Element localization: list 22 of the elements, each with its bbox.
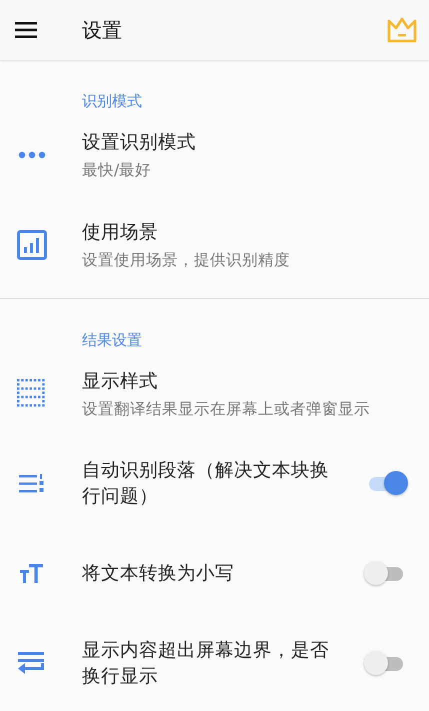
item-title: 自动识别段落（解决文本块换行问题） (82, 459, 330, 509)
item-title: 显示样式 (82, 370, 159, 394)
dotted-grid-icon (17, 379, 47, 409)
item-subtitle: 设置翻译结果显示在屏幕上或者弹窗显示 (82, 398, 371, 420)
item-title: 使用场景 (82, 220, 159, 244)
settings-item[interactable]: 设置识别模式 最快/最好 (0, 110, 429, 200)
item-title: 显示内容超出屏幕边界，是否换行显示 (82, 639, 330, 689)
settings-item[interactable]: 显示样式 设置翻译结果显示在屏幕上或者弹窗显示 (0, 349, 429, 439)
numbered-list-icon (19, 474, 45, 494)
crown-icon[interactable] (387, 17, 417, 43)
item-subtitle: 设置使用场景，提供识别精度 (82, 250, 291, 270)
item-title: 将文本转换为小写 (82, 562, 235, 586)
section-header: 结果设置 (82, 331, 142, 349)
item-title: 设置识别模式 (82, 130, 197, 154)
section-header: 识别模式 (82, 92, 142, 110)
dots-icon (18, 151, 46, 159)
item-subtitle: 最快/最好 (82, 160, 152, 180)
wrap-arrows-icon (18, 651, 46, 677)
text-size-icon (20, 564, 44, 584)
bar-chart-icon (17, 230, 47, 260)
page-title: 设置 (82, 16, 123, 44)
settings-item[interactable]: 使用场景 设置使用场景，提供识别精度 (0, 200, 429, 290)
